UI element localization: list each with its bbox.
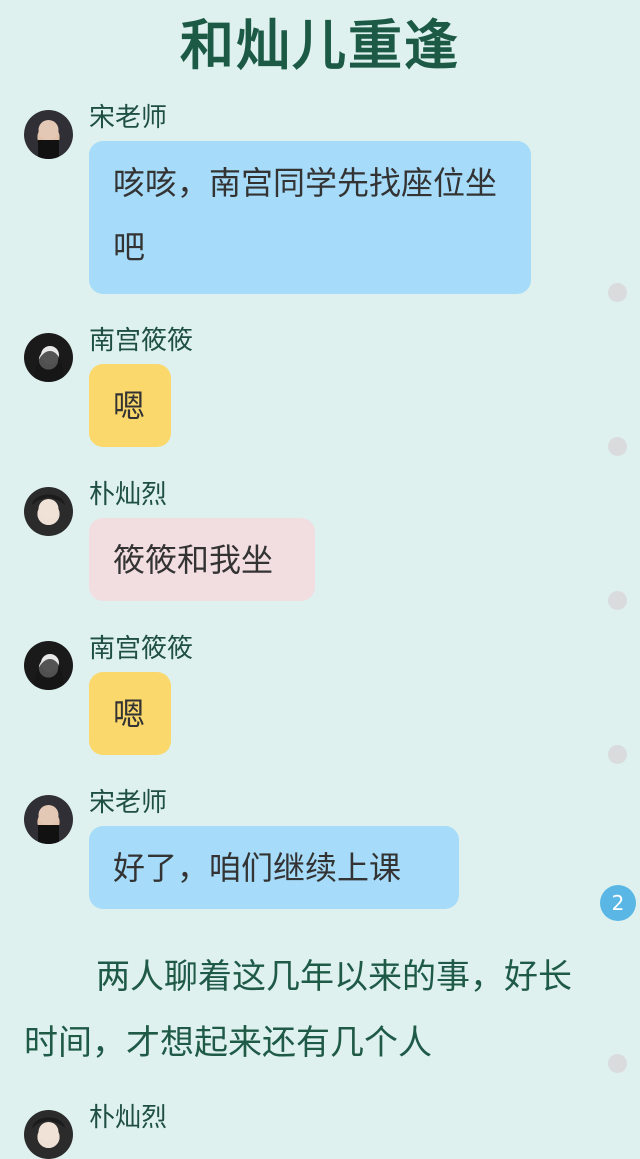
avatar[interactable] bbox=[24, 487, 73, 536]
speaker-name: 南宫筱筱 bbox=[89, 634, 194, 664]
avatar[interactable] bbox=[24, 795, 73, 844]
speaker-name: 南宫筱筱 bbox=[89, 326, 194, 356]
speaker-name: 朴灿烈 bbox=[89, 480, 168, 510]
speaker-name: 宋老师 bbox=[89, 788, 168, 818]
chat-bubble[interactable]: 好了，咱们继续上课 bbox=[89, 826, 459, 909]
chat-bubble[interactable]: 嗯 bbox=[89, 672, 171, 755]
comment-count-badge[interactable]: 2 bbox=[600, 885, 636, 921]
avatar[interactable] bbox=[24, 110, 73, 159]
narration-paragraph: 两人聊着这几年以来的事，好长时间，才想起来还有几个人 bbox=[24, 957, 572, 1063]
comment-dot[interactable] bbox=[608, 283, 627, 302]
chat-bubble[interactable]: 咳咳，南宫同学先找座位坐吧 bbox=[89, 141, 531, 294]
page-title: 和灿儿重逢 bbox=[180, 14, 460, 77]
speaker-name: 宋老师 bbox=[89, 103, 168, 133]
comment-dot[interactable] bbox=[608, 1054, 627, 1073]
comment-dot[interactable] bbox=[608, 591, 627, 610]
chat-bubble[interactable]: 嗯 bbox=[89, 364, 171, 447]
avatar[interactable] bbox=[24, 641, 73, 690]
speaker-name: 朴灿烈 bbox=[89, 1103, 168, 1133]
chat-bubble[interactable]: 筱筱和我坐 bbox=[89, 518, 315, 601]
comment-dot[interactable] bbox=[608, 745, 627, 764]
avatar[interactable] bbox=[24, 333, 73, 382]
avatar[interactable] bbox=[24, 1110, 73, 1159]
comment-dot[interactable] bbox=[608, 437, 627, 456]
